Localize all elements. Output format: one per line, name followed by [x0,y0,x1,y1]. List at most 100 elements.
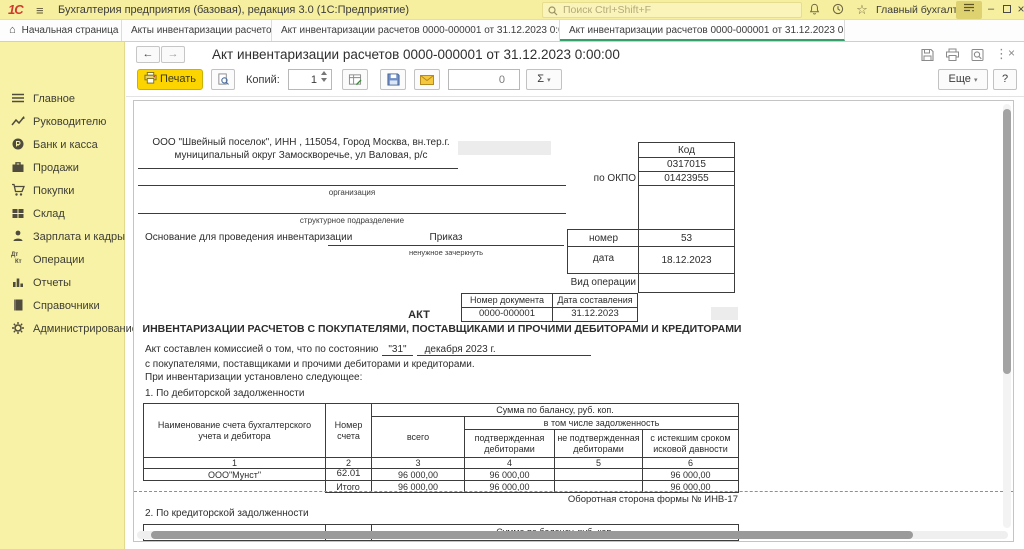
section1-title: 1. По дебиторской задолженности [145,388,304,399]
help-button[interactable]: ? [993,69,1017,90]
tab-bar: ⌂Начальная страница Акты инвентаризации … [0,20,1024,42]
basis-note: ненужное зачеркнуть [328,248,564,257]
close-form-icon[interactable]: × [1008,46,1015,60]
dropdown-arrow-icon: ▾ [974,77,978,84]
redacted-area-2 [711,307,738,320]
global-search[interactable] [542,2,802,18]
sidebar-item-salary-hr[interactable]: Зарплата и кадры [0,228,125,248]
more-dots-icon[interactable]: ⋮ [995,46,1008,62]
title-bar: 1С ≡ Бухгалтерия предприятия (базовая), … [0,0,1024,20]
sidebar-item-warehouse[interactable]: Склад [0,205,125,225]
section2-title: 2. По кредиторской задолженности [145,508,309,519]
act-composed-line2: с покупателями, поставщиками и прочими д… [145,359,475,370]
tab-act-document-1[interactable]: Акт инвентаризации расчетов 0000-000001 … [272,20,560,41]
redacted-area [458,141,551,155]
print-icon[interactable] [945,48,960,67]
forward-button[interactable]: → [161,46,185,63]
main-menu-icon[interactable]: ≡ [36,3,44,18]
grid-icon [11,206,26,221]
send-email-button[interactable] [414,69,440,90]
col-num: 2 [326,458,372,469]
favorites-star-icon[interactable]: ☆ [854,3,870,17]
page-title: Акт инвентаризации расчетов 0000-000001 … [212,47,620,62]
sidebar-item-reports[interactable]: Отчеты [0,274,125,294]
counter-input[interactable] [448,69,520,90]
act-title: ИНВЕНТАРИЗАЦИИ РАСЧЕТОВ С ПОКУПАТЕЛЯМИ, … [142,323,742,335]
col-header-confirmed: подтвержденная дебиторами [465,430,555,458]
col-header-name: Наименование счета бухгалтерского учета … [144,404,326,458]
more-button[interactable]: Еще ▾ [938,69,988,90]
preview-icon[interactable] [970,48,985,67]
code-column: Код 0317015 01423955 53 18.12.2023 [638,142,735,293]
col-num: 6 [643,458,739,469]
code-header-cell: Код [639,143,734,158]
copies-label: Копий: [246,74,280,86]
confirmed-cell: 96 000,00 [465,469,555,481]
minimize-button[interactable]: – [984,2,998,17]
empty-code-cell [639,186,734,230]
org-caption: организация [138,188,566,197]
month-year-value: декабря 2023 г. [417,344,591,356]
save-icon[interactable] [920,48,935,67]
tab-acts-list[interactable]: Акты инвентаризации расчетов× [122,20,272,41]
col-num: 1 [144,458,326,469]
shopping-cart-icon [11,183,26,198]
col-num: 4 [465,458,555,469]
okpo-label: по ОКПО [554,173,636,184]
document-print-form[interactable]: ООО "Швейный поселок", ИНН , 115054, Гор… [133,100,1014,542]
1c-logo: 1С [8,2,23,17]
col-header-sum: Сумма по балансу, руб. коп. [372,404,739,417]
copies-spinner[interactable] [321,71,327,82]
col-header-incl: в том числе задолженность [465,417,739,430]
person-icon [11,229,26,244]
sigma-button[interactable]: Σ ▾ [526,69,562,90]
day-value: "31" [382,344,412,356]
notifications-bell-icon[interactable] [806,3,822,17]
col-header-total: всего [372,417,465,458]
print-preview-button[interactable] [211,69,235,90]
sidebar-item-sales[interactable]: Продажи [0,159,125,179]
sidebar-item-bank-cash[interactable]: Банк и касса [0,136,125,156]
unit-caption: структурное подразделение [138,216,566,225]
date-value-cell: 18.12.2023 [639,247,734,274]
sidebar-item-purchases[interactable]: Покупки [0,182,125,202]
history-clock-icon[interactable] [830,3,846,17]
debtor-name-cell: ООО"Мунст" [144,469,326,481]
number-label-cell: номер [567,229,639,247]
sidebar-item-operations[interactable]: ДтКт Операции [0,251,125,271]
page-setup-button[interactable] [342,69,368,90]
tab-act-document-2-active[interactable]: Акт инвентаризации расчетов 0000-000001 … [560,20,845,41]
back-button[interactable]: ← [136,46,160,63]
horizontal-scrollbar-thumb[interactable] [151,531,913,539]
col-header-expired: с истекшим сроком исковой давности [643,430,739,458]
docdate-header-cell: Дата составления [553,294,638,308]
maximize-button[interactable] [1000,2,1014,17]
close-window-button[interactable]: × [1014,2,1024,17]
sidebar-item-manager[interactable]: Руководителю [0,113,125,133]
horizontal-scrollbar[interactable] [137,531,1008,539]
gear-icon [11,321,26,336]
save-file-button[interactable] [380,69,406,90]
reverse-side-note: Оборотная сторона формы № ИНВ-17 [434,494,738,505]
org-name-line1: ООО "Швейный поселок", ИНН , 115054, Гор… [151,137,451,148]
service-menu-button[interactable] [956,1,982,19]
vertical-scrollbar[interactable] [1003,104,1011,528]
okpo-code-cell: 01423955 [639,172,734,186]
floppy-icon [387,73,400,86]
sidebar: Главное Руководителю Банк и касса Продаж… [0,42,125,549]
org-name-line2: муниципальный округ Замоскворечье, ул Ва… [151,150,451,161]
print-button[interactable]: Печать [137,69,203,90]
sidebar-item-directories[interactable]: Справочники [0,297,125,317]
tab-home[interactable]: ⌂Начальная страница [0,20,122,41]
basis-label: Основание для проведения инвентаризации [145,232,352,243]
table-row[interactable]: ООО"Мунст" 62.01 96 000,00 96 000,00 96 … [144,469,739,481]
vertical-scrollbar-thumb[interactable] [1003,109,1011,374]
sidebar-item-administration[interactable]: Администрирование [0,320,125,340]
org-caption-line [138,185,566,186]
coin-icon [11,137,26,152]
toolbar-divider [126,96,1024,97]
sidebar-item-main[interactable]: Главное [0,90,125,110]
search-input[interactable] [563,3,797,17]
unconfirmed-cell [555,469,643,481]
col-header-account: Номер счета [326,404,372,458]
